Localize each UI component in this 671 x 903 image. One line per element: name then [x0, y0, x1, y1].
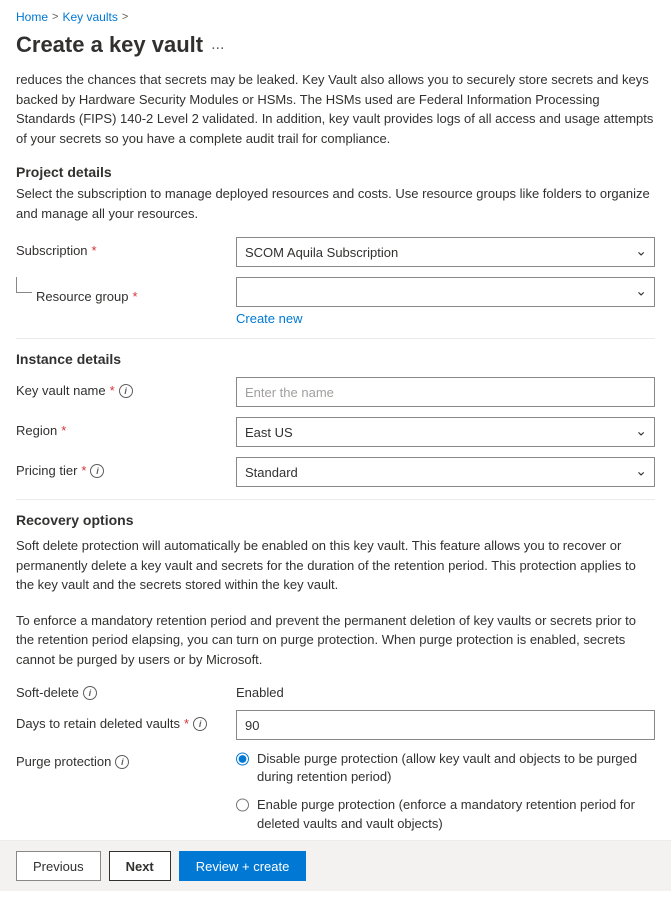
soft-delete-label: Soft-delete i [16, 685, 236, 700]
divider-2 [16, 499, 655, 500]
resource-group-select-wrapper [236, 277, 655, 307]
subscription-group: Subscription * SCOM Aquila Subscription [16, 237, 655, 267]
review-create-button[interactable]: Review + create [179, 851, 307, 881]
pricing-tier-info-icon[interactable]: i [90, 464, 104, 478]
region-group: Region * East US [16, 417, 655, 447]
breadcrumb-separator-1: > [52, 11, 58, 23]
resource-group-label-area: Resource group * [16, 277, 236, 304]
pricing-tier-group: Pricing tier * i Standard [16, 457, 655, 487]
region-select-wrapper: East US [236, 417, 655, 447]
days-retain-input[interactable] [236, 710, 655, 740]
region-label: Region * [16, 417, 236, 438]
subscription-required: * [92, 243, 97, 258]
footer: Previous Next Review + create [0, 840, 671, 891]
purge-radio-enable-option: Enable purge protection (enforce a manda… [236, 796, 655, 832]
page-header: Create a key vault ... [0, 28, 671, 70]
page-title: Create a key vault [16, 32, 203, 58]
pricing-tier-select[interactable]: Standard [236, 457, 655, 487]
divider-1 [16, 338, 655, 339]
breadcrumb-separator-2: > [122, 11, 128, 23]
days-retain-group: Days to retain deleted vaults * i [16, 710, 655, 740]
region-select[interactable]: East US [236, 417, 655, 447]
resource-group-input-area: Create new [236, 277, 655, 326]
instance-details-title: Instance details [16, 351, 655, 367]
keyvault-name-info-icon[interactable]: i [119, 384, 133, 398]
more-options-icon[interactable]: ... [211, 36, 224, 54]
resource-group-group: Resource group * Create new [16, 277, 655, 326]
purge-radio-disable-label: Disable purge protection (allow key vaul… [257, 750, 655, 786]
pricing-tier-required: * [81, 463, 86, 478]
recovery-desc-1: Soft delete protection will automaticall… [16, 536, 655, 595]
purge-radio-enable-label: Enable purge protection (enforce a manda… [257, 796, 655, 832]
purge-radio-disable-option: Disable purge protection (allow key vaul… [236, 750, 655, 786]
previous-button[interactable]: Previous [16, 851, 101, 881]
breadcrumb-home[interactable]: Home [16, 10, 48, 24]
recovery-options-title: Recovery options [16, 512, 655, 528]
subscription-label: Subscription * [16, 237, 236, 258]
region-input-area: East US [236, 417, 655, 447]
breadcrumb: Home > Key vaults > [0, 0, 671, 28]
days-retain-input-area [236, 710, 655, 740]
pricing-tier-select-wrapper: Standard [236, 457, 655, 487]
purge-info-icon[interactable]: i [115, 755, 129, 769]
resource-group-select[interactable] [236, 277, 655, 307]
rg-indent [16, 277, 32, 293]
subscription-select[interactable]: SCOM Aquila Subscription [236, 237, 655, 267]
subscription-input-area: SCOM Aquila Subscription [236, 237, 655, 267]
region-required: * [61, 423, 66, 438]
resource-group-label: Resource group * [36, 283, 256, 304]
keyvault-name-input[interactable] [236, 377, 655, 407]
create-new-link[interactable]: Create new [236, 311, 655, 326]
description-text: reduces the chances that secrets may be … [16, 70, 655, 148]
subscription-select-wrapper: SCOM Aquila Subscription [236, 237, 655, 267]
breadcrumb-keyvaults[interactable]: Key vaults [62, 10, 117, 24]
days-retain-required: * [184, 716, 189, 731]
soft-delete-info-icon[interactable]: i [83, 686, 97, 700]
purge-radio-enable[interactable] [236, 798, 249, 812]
purge-protection-group: Purge protection i Disable purge protect… [16, 750, 655, 833]
purge-label: Purge protection i [16, 750, 236, 769]
purge-radio-disable[interactable] [236, 752, 249, 766]
days-retain-info-icon[interactable]: i [193, 717, 207, 731]
keyvault-name-input-area [236, 377, 655, 407]
resource-group-required: * [133, 289, 138, 304]
project-details-desc: Select the subscription to manage deploy… [16, 184, 655, 223]
project-details-title: Project details [16, 164, 655, 180]
soft-delete-value: Enabled [236, 685, 284, 700]
recovery-desc-2: To enforce a mandatory retention period … [16, 611, 655, 670]
next-button[interactable]: Next [109, 851, 171, 881]
pricing-tier-label: Pricing tier * i [16, 457, 236, 478]
soft-delete-group: Soft-delete i Enabled [16, 685, 655, 700]
keyvault-name-group: Key vault name * i [16, 377, 655, 407]
pricing-tier-input-area: Standard [236, 457, 655, 487]
keyvault-name-required: * [110, 383, 115, 398]
purge-radio-group: Disable purge protection (allow key vaul… [236, 750, 655, 833]
days-retain-label: Days to retain deleted vaults * i [16, 710, 236, 731]
keyvault-name-label: Key vault name * i [16, 377, 236, 398]
